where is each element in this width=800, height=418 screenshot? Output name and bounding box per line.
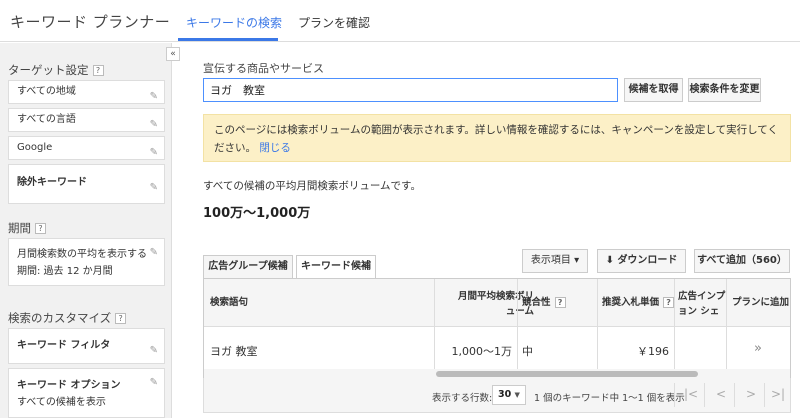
sidebar-item-label: すべての言語: [17, 114, 76, 125]
add-all-button[interactable]: すべて追加（560）: [694, 249, 790, 273]
pager-divider: [734, 383, 735, 407]
product-service-label: 宣伝する商品やサービス: [203, 62, 324, 75]
period-line-2: 期間: 過去 12 か月間: [17, 266, 113, 277]
col-volume-line-1: 月間平均検索ボリ: [457, 291, 534, 302]
download-button[interactable]: ⬇ ダウンロード: [597, 249, 686, 273]
keyword-table: 検索語句 月間平均検索ボリ ューム 競合性? 推奨入札単価? 広告インプ ョン …: [203, 278, 791, 378]
cell-keyword: ヨガ 教室: [210, 345, 258, 358]
rows-per-page-select[interactable]: 30 ▼: [492, 385, 526, 405]
column-divider: [674, 279, 675, 369]
col-add-to-plan-header: プランに追加: [732, 297, 790, 308]
sidebar-item-period[interactable]: 月間検索数の平均を表示する 期間: 過去 12 か月間 ✎: [8, 238, 165, 286]
sidebar-item-label: キーワード フィルタ: [17, 340, 111, 351]
pager-divider: [704, 383, 705, 407]
sidebar-item-sublabel: すべての候補を表示: [17, 397, 106, 408]
pencil-icon[interactable]: ✎: [150, 374, 158, 391]
average-volume-value: 100万〜1,000万: [203, 206, 311, 221]
top-bar: キーワード プランナー キーワードの検索 プランを確認: [0, 0, 800, 42]
rows-per-page-label: 表示する行数:: [432, 393, 493, 404]
tab-review-plan[interactable]: プランを確認: [298, 14, 370, 31]
sidebar-item-keyword-options[interactable]: キーワード オプション すべての候補を表示 ✎: [8, 368, 165, 418]
sidebar-item-label: 除外キーワード: [17, 177, 87, 188]
col-competition-label: 競合性: [522, 297, 551, 308]
product-service-input[interactable]: [203, 78, 618, 102]
scrollbar-thumb[interactable]: [436, 371, 698, 377]
col-volume-line-2: ューム: [505, 306, 534, 317]
rows-per-page-value: 30: [498, 389, 512, 400]
prev-page-icon[interactable]: <: [709, 385, 733, 405]
get-ideas-button[interactable]: 候補を取得: [624, 78, 683, 102]
close-notice-link[interactable]: 閉じる: [259, 142, 291, 154]
info-notice: このページには検索ボリュームの範囲が表示されます。詳しい情報を確認するには、キャ…: [203, 114, 791, 162]
col-keyword-header[interactable]: 検索語句: [210, 295, 248, 310]
pencil-icon[interactable]: ✎: [150, 170, 158, 206]
period-heading: 期間?: [8, 220, 46, 236]
col-bid-label: 推奨入札単価: [602, 297, 660, 308]
cell-bid: ￥196: [637, 345, 669, 358]
pagination-status: 1 個のキーワード中 1〜1 個を表示: [534, 393, 685, 404]
first-page-icon[interactable]: |<: [679, 385, 703, 405]
period-label: 期間: [8, 221, 31, 235]
customize-heading: 検索のカスタマイズ?: [8, 310, 127, 326]
sidebar-item-network[interactable]: Google ✎: [8, 136, 165, 160]
sidebar-item-label: Google: [17, 142, 53, 153]
column-divider: [517, 279, 518, 369]
download-label: ダウンロード: [617, 255, 678, 266]
help-icon[interactable]: ?: [554, 297, 566, 308]
period-line-1: 月間検索数の平均を表示する: [17, 249, 147, 260]
sidebar-item-languages[interactable]: すべての言語 ✎: [8, 108, 165, 132]
pencil-icon[interactable]: ✎: [150, 244, 158, 261]
pencil-icon[interactable]: ✎: [150, 114, 158, 136]
sidebar-item-negative-keywords[interactable]: 除外キーワード ✎: [8, 164, 165, 204]
sidebar-item-locations[interactable]: すべての地域 ✎: [8, 80, 165, 104]
columns-dropdown-button[interactable]: 表示項目 ▾: [522, 249, 588, 273]
help-icon[interactable]: ?: [663, 297, 675, 308]
sidebar-item-label: すべての地域: [17, 86, 76, 97]
targeting-heading: ターゲット設定?: [8, 62, 104, 78]
cell-volume: 1,000〜1万: [451, 345, 513, 358]
pencil-icon[interactable]: ✎: [150, 334, 158, 368]
app-title: キーワード プランナー: [10, 13, 171, 31]
help-icon[interactable]: ?: [35, 223, 46, 234]
cell-competition: 中: [522, 345, 533, 358]
average-volume-text: すべての候補の平均月間検索ボリュームです。: [203, 180, 421, 192]
pager-divider: [764, 383, 765, 407]
col-competition-header[interactable]: 競合性?: [522, 295, 566, 310]
table-header: 検索語句 月間平均検索ボリ ューム 競合性? 推奨入札単価? 広告インプ ョン …: [204, 279, 790, 327]
col-volume-header[interactable]: 月間平均検索ボリ ューム: [434, 289, 534, 319]
sidebar-item-keyword-filter[interactable]: キーワード フィルタ ✎: [8, 328, 165, 364]
notice-text: このページには検索ボリュームの範囲が表示されます。詳しい情報を確認するには、キャ…: [214, 124, 778, 154]
customize-label: 検索のカスタマイズ: [8, 311, 112, 325]
active-tab-indicator: [178, 38, 278, 41]
help-icon[interactable]: ?: [115, 313, 127, 324]
tab-ad-group-ideas[interactable]: 広告グループ候補: [203, 255, 293, 279]
col-bid-header[interactable]: 推奨入札単価?: [602, 295, 675, 310]
collapse-sidebar-icon[interactable]: «: [166, 47, 180, 61]
tab-keyword-ideas[interactable]: キーワード候補: [296, 255, 376, 279]
chevron-down-icon: ▼: [514, 391, 520, 399]
help-icon[interactable]: ?: [92, 65, 104, 76]
tab-keyword-search[interactable]: キーワードの検索: [186, 14, 282, 31]
next-page-icon[interactable]: >: [739, 385, 763, 405]
pager-divider: [674, 383, 675, 407]
targeting-label: ターゲット設定: [8, 63, 89, 77]
sidebar-item-label: キーワード オプション: [17, 380, 121, 391]
column-divider: [726, 279, 727, 369]
add-to-plan-icon[interactable]: »: [754, 341, 762, 356]
pencil-icon[interactable]: ✎: [150, 86, 158, 108]
pagination-bar: 表示する行数: 30 ▼ 1 個のキーワード中 1〜1 個を表示 |< < > …: [203, 378, 791, 413]
last-page-icon[interactable]: >|: [766, 385, 790, 405]
pencil-icon[interactable]: ✎: [150, 142, 158, 164]
download-icon: ⬇: [605, 255, 614, 266]
modify-search-button[interactable]: 検索条件を変更: [688, 78, 761, 102]
